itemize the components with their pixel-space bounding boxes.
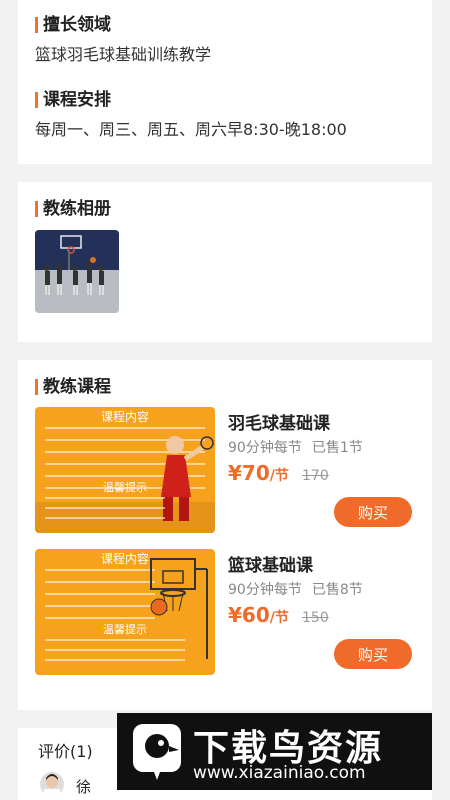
specialty-text: 篮球羽毛球基础训练教学: [35, 45, 212, 64]
avatar-icon: [44, 774, 60, 796]
course-name: 篮球基础课: [228, 556, 313, 576]
badminton-player-icon: [35, 436, 215, 533]
price-value: 70: [241, 461, 270, 485]
buy-button[interactable]: 购买: [334, 497, 412, 527]
album-card: 教练相册: [18, 182, 432, 342]
course-duration: 90分钟每节: [228, 440, 302, 456]
course-meta: 90分钟每节 已售1节: [228, 437, 363, 457]
watermark-url: www.xiazainiao.com: [193, 763, 366, 783]
specialty-title: 擅长领域: [35, 15, 111, 35]
course-duration: 90分钟每节: [228, 582, 302, 598]
price-unit: /节: [269, 610, 289, 626]
album-title: 教练相册: [35, 199, 111, 219]
reviewer-name: 徐: [76, 778, 92, 796]
basketball-court-photo-icon: [35, 230, 119, 313]
schedule-text: 每周一、周三、周五、周六早8:30-晚18:00: [35, 120, 347, 139]
reviews-title[interactable]: 评价(1): [38, 738, 93, 762]
course-poster: 课程内容 温馨提示: [35, 549, 215, 675]
price-unit: /节: [269, 468, 289, 484]
course-meta: 90分钟每节 已售8节: [228, 579, 363, 599]
course-poster: 课程内容 温馨提示: [35, 407, 215, 533]
poster-tip: 温馨提示: [103, 481, 147, 494]
courses-title: 教练课程: [35, 377, 111, 397]
original-price: 170: [302, 468, 329, 484]
price-currency: ¥: [228, 603, 242, 627]
coach-info-card: 擅长领域 篮球羽毛球基础训练教学 课程安排 每周一、周三、周五、周六早8:30-…: [18, 0, 432, 164]
price-currency: ¥: [228, 461, 242, 485]
bird-logo-icon: [133, 724, 181, 780]
course-price: ¥60/节: [228, 603, 289, 627]
reviewer-avatar: [40, 772, 64, 796]
course-sold: 已售1节: [311, 440, 363, 456]
schedule-title: 课程安排: [35, 90, 111, 110]
original-price: 150: [302, 610, 329, 626]
poster-tip: 温馨提示: [103, 623, 147, 636]
course-name: 羽毛球基础课: [228, 414, 330, 434]
course-item-badminton[interactable]: 课程内容 温馨提示 羽毛球基础课 90分钟每节 已售1节 ¥70/节 170 购…: [18, 407, 432, 537]
album-photo[interactable]: [35, 230, 119, 313]
buy-button[interactable]: 购买: [334, 639, 412, 669]
watermark-banner: 下载鸟资源 www.xiazainiao.com: [117, 713, 432, 790]
course-price: ¥70/节: [228, 461, 289, 485]
course-sold: 已售8节: [311, 582, 363, 598]
basketball-hoop-icon: [150, 558, 208, 659]
courses-card: 教练课程 课程内容 温馨提示 羽毛球基础课 90分钟每节 已售1节 ¥70/节 …: [18, 360, 432, 710]
price-value: 60: [241, 603, 270, 627]
course-item-basketball[interactable]: 课程内容 温馨提示 篮球基础课 90分钟每节已售8节 ¥60/节 150 购买: [18, 549, 432, 679]
